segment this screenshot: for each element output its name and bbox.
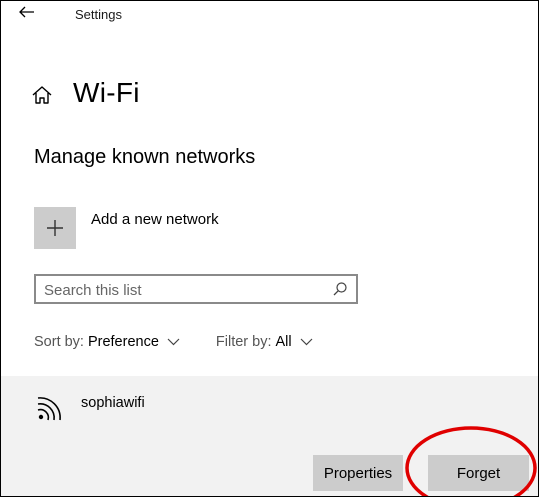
forget-button[interactable]: Forget bbox=[428, 455, 529, 491]
window-title: Settings bbox=[75, 7, 122, 22]
chevron-down-icon bbox=[300, 338, 313, 346]
settings-window: Settings Wi-Fi Manage known networks Add… bbox=[0, 0, 539, 497]
sort-filter-row: Sort by: Preference Filter by: All bbox=[34, 334, 313, 350]
search-icon[interactable] bbox=[332, 281, 348, 297]
properties-button[interactable]: Properties bbox=[313, 455, 403, 491]
arrow-left-icon bbox=[19, 6, 34, 18]
search-box[interactable] bbox=[34, 274, 358, 304]
filter-label: Filter by: bbox=[215, 334, 272, 350]
filter-dropdown[interactable]: Filter by: All bbox=[216, 334, 313, 350]
wifi-signal-icon bbox=[37, 397, 61, 421]
chevron-down-icon bbox=[167, 338, 180, 346]
page-header: Wi-Fi bbox=[31, 75, 140, 111]
add-network-button[interactable]: Add a new network bbox=[34, 207, 219, 249]
plus-icon bbox=[47, 220, 63, 236]
back-button[interactable] bbox=[19, 4, 47, 26]
sort-label: Sort by: bbox=[34, 334, 84, 350]
network-name: sophiawifi bbox=[81, 395, 145, 411]
search-input[interactable] bbox=[44, 280, 314, 300]
filter-value: All bbox=[275, 334, 292, 350]
add-network-tile[interactable] bbox=[34, 207, 76, 249]
network-list-item[interactable]: sophiawifi Properties Forget bbox=[1, 376, 538, 496]
section-title: Manage known networks bbox=[34, 146, 256, 168]
home-icon[interactable] bbox=[31, 84, 53, 106]
page-title: Wi-Fi bbox=[73, 77, 140, 108]
sort-value: Preference bbox=[87, 334, 159, 350]
sort-dropdown[interactable]: Sort by: Preference bbox=[34, 334, 180, 350]
title-bar: Settings bbox=[1, 1, 538, 31]
add-network-label: Add a new network bbox=[91, 211, 219, 228]
